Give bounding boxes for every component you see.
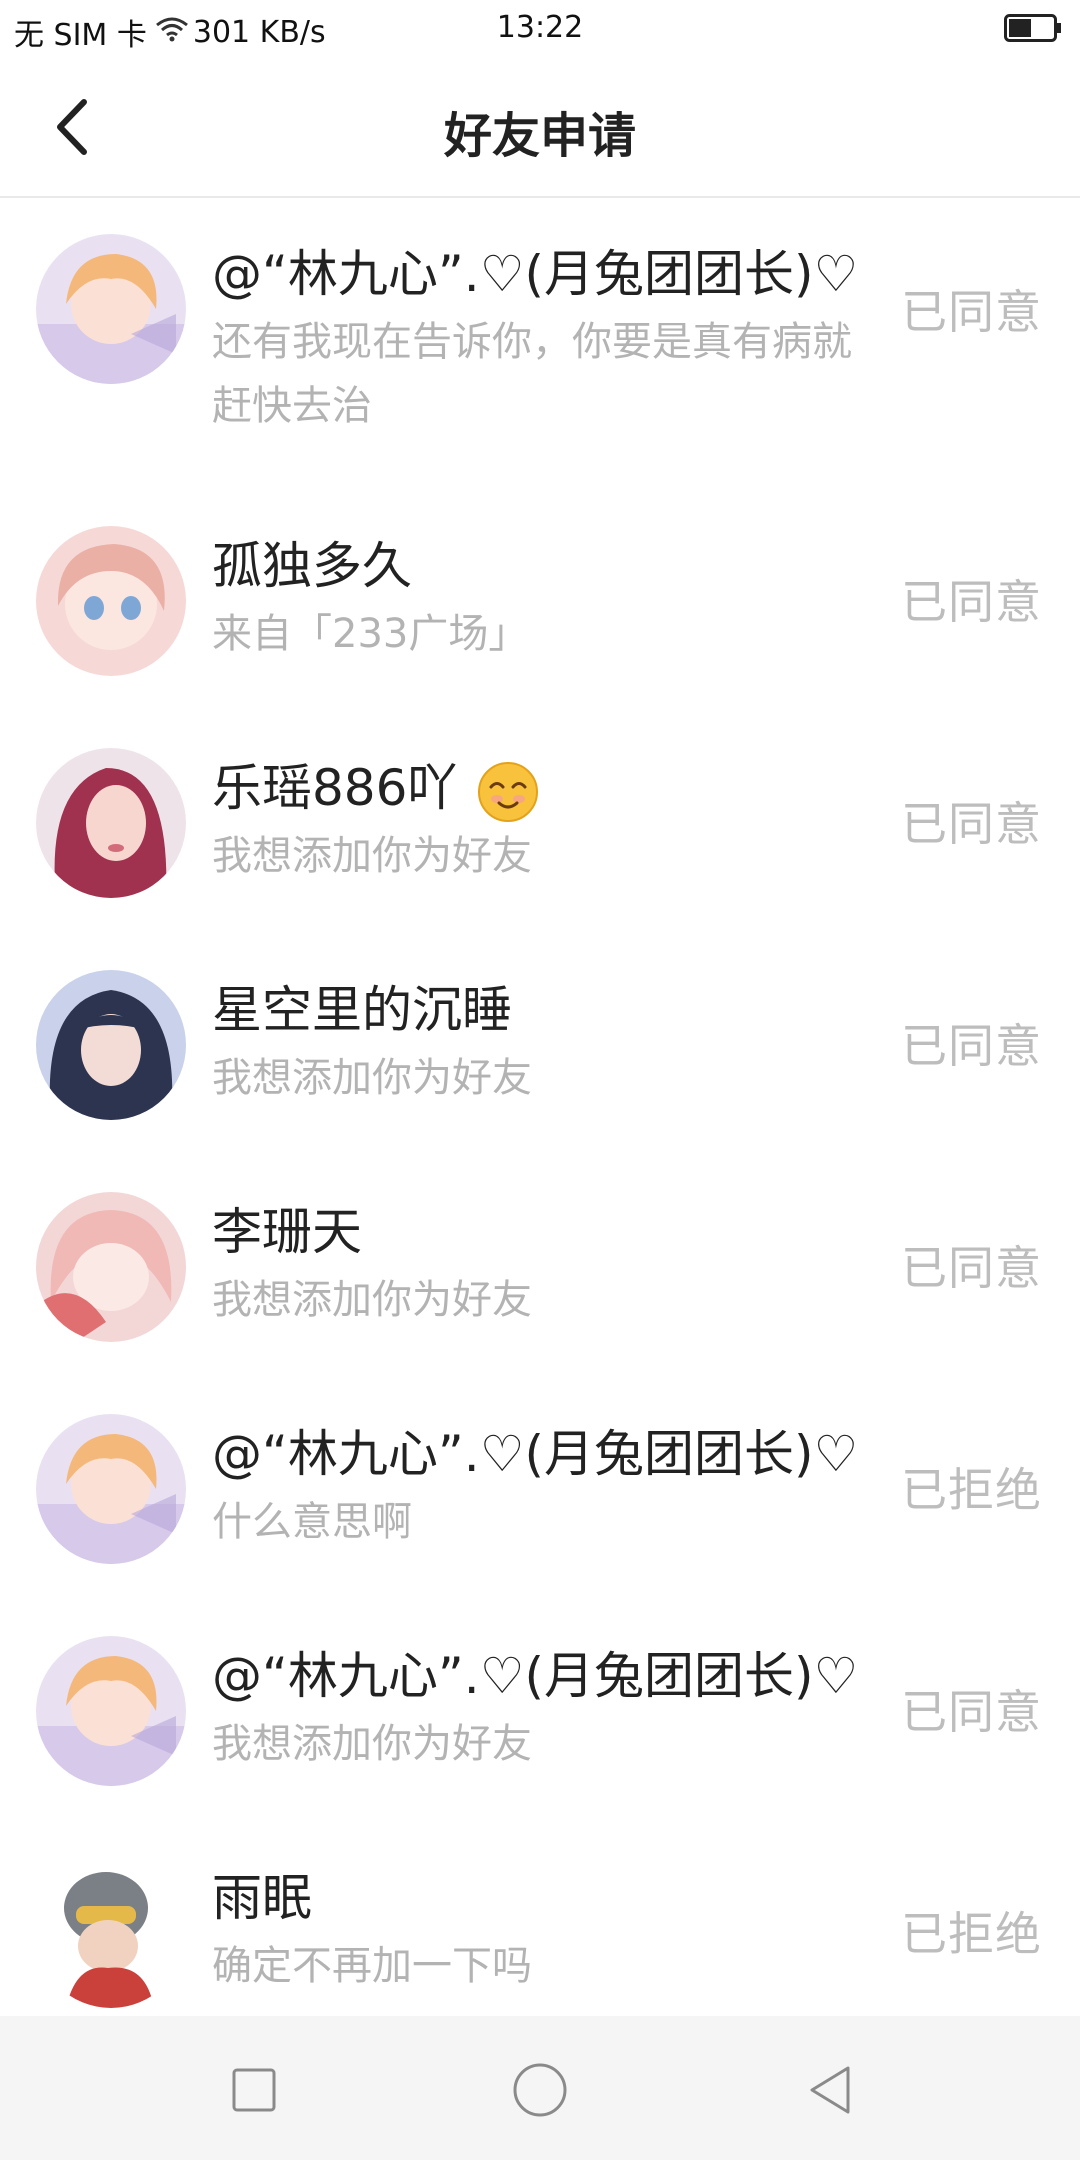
- avatar[interactable]: [36, 1192, 186, 1342]
- system-nav-bar: [0, 2016, 1080, 2160]
- avatar-blonde: [36, 1414, 186, 1564]
- smile-emoji-icon: [478, 761, 539, 822]
- status-label: 已同意: [901, 285, 1042, 339]
- friend-request-item[interactable]: 李珊天 我想添加你为好友 已同意: [0, 1156, 1080, 1378]
- friend-request-item[interactable]: @“林九心”.♡(月兔团团长)♡ 还有我现在告诉你，你要是真有病就赶快去治 已同…: [0, 198, 1080, 490]
- request-message: 我想添加你为好友: [212, 1277, 532, 1323]
- status-label: 已拒绝: [901, 1907, 1042, 1961]
- requester-name-text: 乐瑶886吖: [212, 759, 458, 817]
- friend-request-item[interactable]: 雨眠 确定不再加一下吗 已拒绝: [0, 1822, 1080, 2044]
- requester-name: 孤独多久: [212, 537, 412, 595]
- friend-request-item[interactable]: 孤独多久 来自「233广场」 已同意: [0, 490, 1080, 712]
- circle-icon: [513, 2063, 567, 2117]
- battery-icon: [1004, 14, 1062, 50]
- requester-name: @“林九心”.♡(月兔团团长)♡: [212, 245, 859, 303]
- request-message: 什么意思啊: [212, 1499, 412, 1545]
- square-icon: [232, 2068, 276, 2112]
- avatar[interactable]: [36, 1636, 186, 1786]
- status-bar: 无 SIM 卡 301 KB/s 13:22: [0, 0, 1080, 58]
- status-label: 已同意: [901, 1019, 1042, 1073]
- request-message: 来自「233广场」: [212, 611, 529, 657]
- avatar-pink-hair: [36, 526, 186, 676]
- avatar-red-hair: [36, 748, 186, 898]
- status-label: 已同意: [901, 797, 1042, 851]
- friend-request-item[interactable]: @“林九心”.♡(月兔团团长)♡ 什么意思啊 已拒绝: [0, 1378, 1080, 1600]
- request-message: 确定不再加一下吗: [212, 1943, 532, 1989]
- avatar[interactable]: [36, 1858, 186, 2008]
- friend-request-item[interactable]: 星空里的沉睡 我想添加你为好友 已同意: [0, 934, 1080, 1156]
- header-bar: 好友申请: [0, 58, 1080, 198]
- recents-button[interactable]: [224, 2060, 284, 2120]
- clock: 13:22: [496, 10, 584, 45]
- status-label: 已同意: [901, 1241, 1042, 1295]
- requester-name: 星空里的沉睡: [212, 981, 512, 1039]
- request-message: 我想添加你为好友: [212, 1055, 532, 1101]
- home-button[interactable]: [510, 2060, 570, 2120]
- status-label: 已拒绝: [901, 1463, 1042, 1517]
- requester-name: 李珊天: [212, 1203, 362, 1261]
- avatar-pink-girl: [36, 1192, 186, 1342]
- request-message: 我想添加你为好友: [212, 1721, 532, 1767]
- friend-request-item[interactable]: @“林九心”.♡(月兔团团长)♡ 我想添加你为好友 已同意: [0, 1600, 1080, 1822]
- back-system-button[interactable]: [800, 2060, 860, 2120]
- avatar-dark-hair: [36, 970, 186, 1120]
- avatar[interactable]: [36, 1414, 186, 1564]
- requester-name: @“林九心”.♡(月兔团团长)♡: [212, 1425, 859, 1483]
- avatar-helmet: [36, 1858, 186, 2008]
- status-label: 已同意: [901, 575, 1042, 629]
- avatar-blonde: [36, 1636, 186, 1786]
- avatar-blonde: [36, 234, 186, 384]
- avatar[interactable]: [36, 970, 186, 1120]
- friend-request-item[interactable]: 乐瑶886吖 我想添加你为好友 已同意: [0, 712, 1080, 934]
- requester-name: @“林九心”.♡(月兔团团长)♡: [212, 1647, 859, 1705]
- request-message: 还有我现在告诉你，你要是真有病就赶快去治: [212, 319, 852, 429]
- triangle-back-icon: [810, 2066, 850, 2114]
- page-title: 好友申请: [443, 108, 636, 164]
- friend-request-list: @“林九心”.♡(月兔团团长)♡ 还有我现在告诉你，你要是真有病就赶快去治 已同…: [0, 198, 1080, 2044]
- requester-name: 乐瑶886吖: [212, 756, 852, 823]
- status-label: 已同意: [901, 1685, 1042, 1739]
- avatar[interactable]: [36, 526, 186, 676]
- avatar[interactable]: [36, 748, 186, 898]
- requester-name: 雨眠: [212, 1869, 312, 1927]
- request-message: 我想添加你为好友: [212, 833, 532, 879]
- avatar[interactable]: [36, 234, 186, 384]
